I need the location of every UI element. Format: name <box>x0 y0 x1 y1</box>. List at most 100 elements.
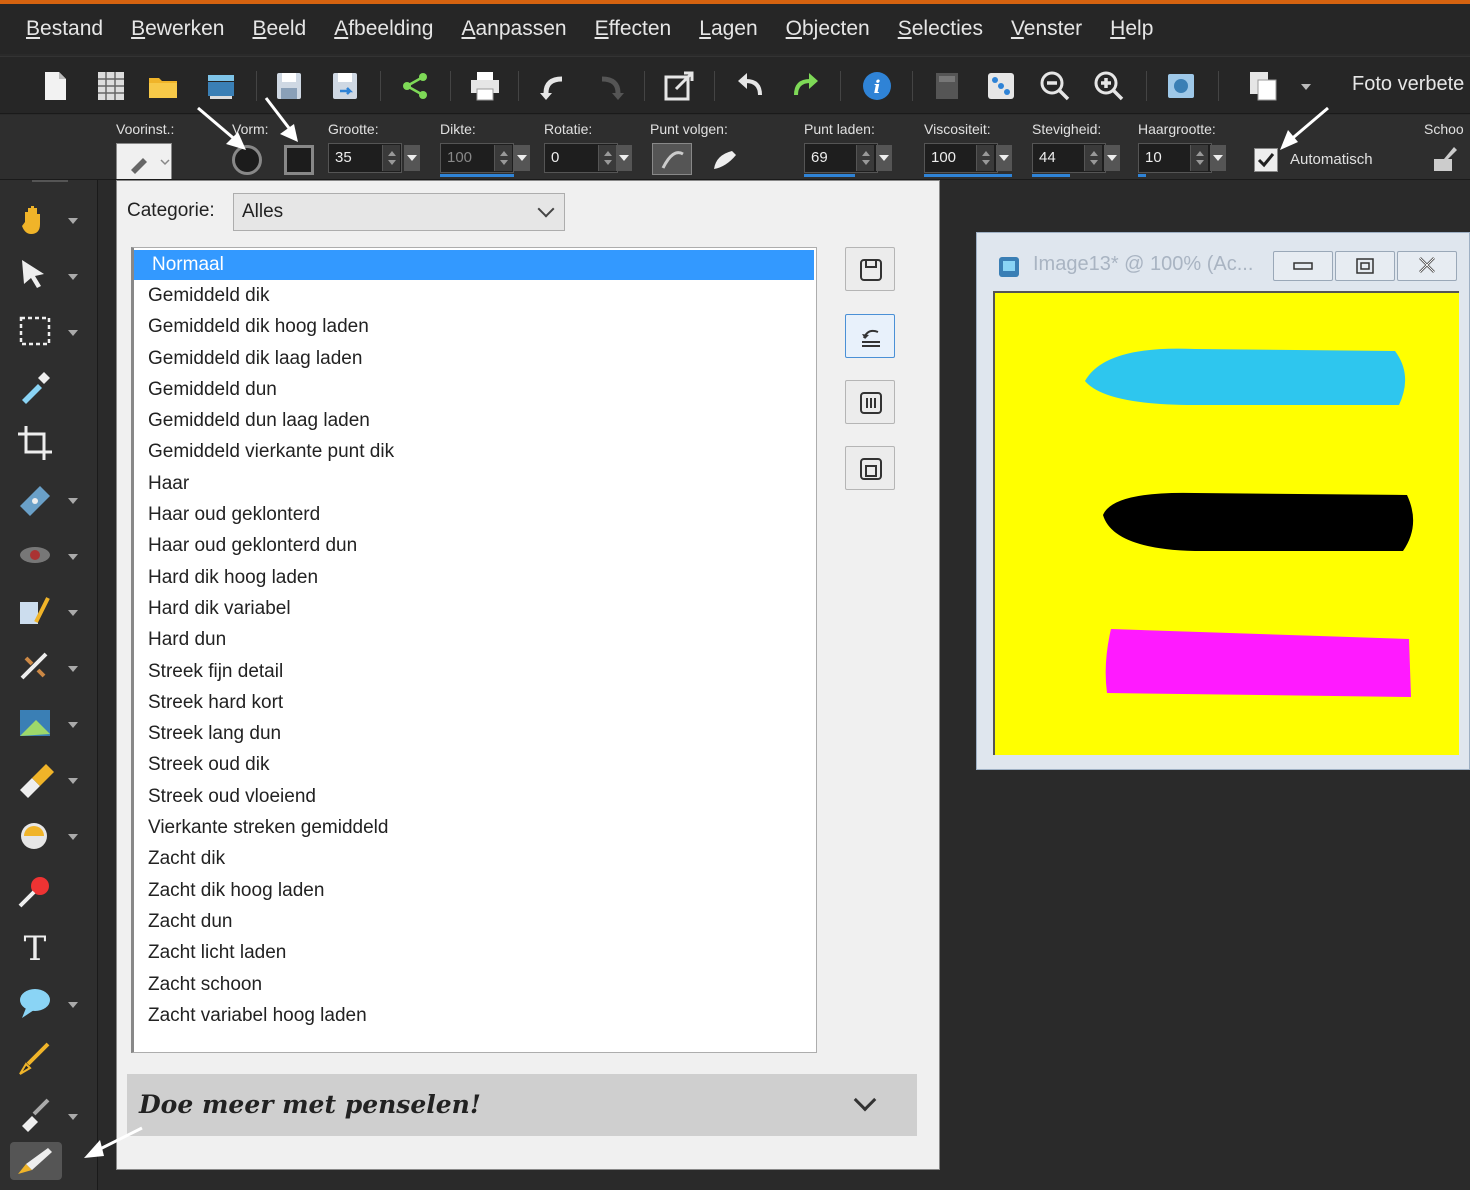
preset-item[interactable]: Normaal <box>134 250 814 280</box>
preset-item[interactable]: Gemiddeld dik laag laden <box>134 343 816 374</box>
haargrootte-spinner[interactable] <box>1190 145 1208 171</box>
preset-item[interactable]: Vierkante streken gemiddeld <box>134 812 816 843</box>
menu-afbeelding[interactable]: Afbeelding <box>334 17 433 41</box>
preset-item[interactable]: Gemiddeld dun <box>134 374 816 405</box>
chevron-down-icon[interactable] <box>68 498 78 504</box>
chevron-down-icon[interactable] <box>68 274 78 280</box>
art-media-brush-icon[interactable] <box>10 1142 62 1180</box>
grootte-dropdown[interactable] <box>404 145 420 171</box>
redo-icon[interactable] <box>592 69 626 103</box>
print-icon[interactable] <box>468 69 502 103</box>
viscositeit-spinner[interactable] <box>976 145 994 171</box>
follow-tip-button[interactable] <box>652 143 692 175</box>
chevron-down-icon[interactable] <box>68 330 78 336</box>
chevron-down-icon[interactable] <box>68 554 78 560</box>
menu-selecties[interactable]: Selecties <box>898 17 983 41</box>
chevron-down-icon[interactable] <box>68 834 78 840</box>
menu-venster[interactable]: Venster <box>1011 17 1082 41</box>
preset-item[interactable]: Haar oud geklonterd <box>134 499 816 530</box>
new-file-icon[interactable] <box>38 69 72 103</box>
save-icon[interactable] <box>272 69 306 103</box>
dip-brush-button[interactable] <box>706 143 746 175</box>
punt-laden-dropdown[interactable] <box>876 145 892 171</box>
dikte-spinner[interactable] <box>494 145 512 171</box>
dikte-dropdown[interactable] <box>514 145 530 171</box>
resize-icon[interactable] <box>662 69 696 103</box>
rotatie-spinner[interactable] <box>598 145 616 171</box>
preset-item[interactable]: Gemiddeld dik <box>134 280 816 311</box>
menu-bestand[interactable]: Bestand <box>26 17 103 41</box>
straighten-tool-icon[interactable] <box>16 480 54 518</box>
square-shape-button[interactable] <box>284 145 314 175</box>
preset-item[interactable]: Zacht dik hoog laden <box>134 875 816 906</box>
haargrootte-dropdown[interactable] <box>1210 145 1226 171</box>
automatisch-checkbox[interactable] <box>1254 148 1278 172</box>
eraser-tool-icon[interactable] <box>16 760 54 798</box>
preset-item[interactable]: Hard dik hoog laden <box>134 562 816 593</box>
chevron-down-icon[interactable] <box>68 666 78 672</box>
clipboard-icon[interactable] <box>1246 69 1280 103</box>
grid-view-icon[interactable] <box>94 69 128 103</box>
stevigheid-dropdown[interactable] <box>1104 145 1120 171</box>
open-folder-icon[interactable] <box>146 69 180 103</box>
image-canvas[interactable] <box>993 291 1459 755</box>
rotate-right-icon[interactable] <box>788 69 822 103</box>
crop-tool-icon[interactable] <box>16 424 54 462</box>
chevron-down-icon[interactable] <box>68 610 78 616</box>
save-preset-button[interactable] <box>845 247 895 291</box>
speech-bubble-icon[interactable] <box>16 984 54 1022</box>
preset-item[interactable]: Hard dik variabel <box>134 593 816 624</box>
chevron-down-icon[interactable] <box>853 1088 877 1112</box>
rotate-left-icon[interactable] <box>734 69 768 103</box>
screen-capture-icon[interactable] <box>1164 69 1198 103</box>
preset-item[interactable]: Zacht variabel hoog laden <box>134 1000 816 1031</box>
chevron-down-icon[interactable] <box>68 1114 78 1120</box>
picture-tube-icon[interactable] <box>16 704 54 742</box>
zoom-out-icon[interactable] <box>1038 69 1072 103</box>
preset-item[interactable]: Zacht licht laden <box>134 937 816 968</box>
calculator-icon[interactable] <box>930 69 964 103</box>
clean-brush-icon[interactable] <box>1430 145 1460 175</box>
random-dice-icon[interactable] <box>984 69 1018 103</box>
minimize-button[interactable] <box>1273 251 1333 281</box>
clone-brush-icon[interactable] <box>16 592 54 630</box>
preset-item[interactable]: Gemiddeld vierkante punt dik <box>134 436 816 467</box>
pick-tool-icon[interactable] <box>16 256 54 294</box>
info-icon[interactable]: i <box>860 69 894 103</box>
preset-item[interactable]: Zacht dik <box>134 843 816 874</box>
foto-verbeteren-label[interactable]: Foto verbete <box>1352 73 1464 96</box>
chevron-down-icon[interactable] <box>68 1002 78 1008</box>
preset-item[interactable]: Streek oud vloeiend <box>134 781 816 812</box>
preset-item[interactable]: Hard dun <box>134 624 816 655</box>
more-brushes-banner[interactable]: Doe meer met penselen! <box>127 1074 917 1136</box>
image-window[interactable]: Image13* @ 100% (Ac... <box>976 232 1470 770</box>
close-button[interactable] <box>1397 251 1457 281</box>
preset-item[interactable]: Streek fijn detail <box>134 656 816 687</box>
airbrush-tool-icon[interactable] <box>16 1096 54 1134</box>
import-preset-button[interactable] <box>845 380 895 424</box>
round-shape-button[interactable] <box>232 145 262 175</box>
chevron-down-icon[interactable] <box>68 722 78 728</box>
flood-fill-icon[interactable] <box>16 816 54 854</box>
preset-picker-button[interactable] <box>116 143 172 179</box>
menu-lagen[interactable]: Lagen <box>699 17 757 41</box>
viscositeit-dropdown[interactable] <box>996 145 1012 171</box>
pan-tool-icon[interactable] <box>16 200 54 238</box>
scratch-remover-icon[interactable] <box>16 648 54 686</box>
preset-item[interactable]: Gemiddeld dun laag laden <box>134 405 816 436</box>
undo-icon[interactable] <box>538 69 572 103</box>
chevron-down-icon[interactable] <box>68 778 78 784</box>
menu-aanpassen[interactable]: Aanpassen <box>461 17 566 41</box>
menu-beeld[interactable]: Beeld <box>252 17 306 41</box>
stevigheid-spinner[interactable] <box>1084 145 1102 171</box>
menu-help[interactable]: Help <box>1110 17 1153 41</box>
grootte-spinner[interactable] <box>382 145 400 171</box>
menu-effecten[interactable]: Effecten <box>595 17 672 41</box>
menu-bewerken[interactable]: Bewerken <box>131 17 224 41</box>
scanner-icon[interactable] <box>204 69 238 103</box>
red-eye-tool-icon[interactable] <box>16 536 54 574</box>
punt-laden-spinner[interactable] <box>856 145 874 171</box>
selection-tool-icon[interactable] <box>16 312 54 350</box>
preset-item[interactable]: Zacht dun <box>134 906 816 937</box>
preset-item[interactable]: Streek oud dik <box>134 749 816 780</box>
